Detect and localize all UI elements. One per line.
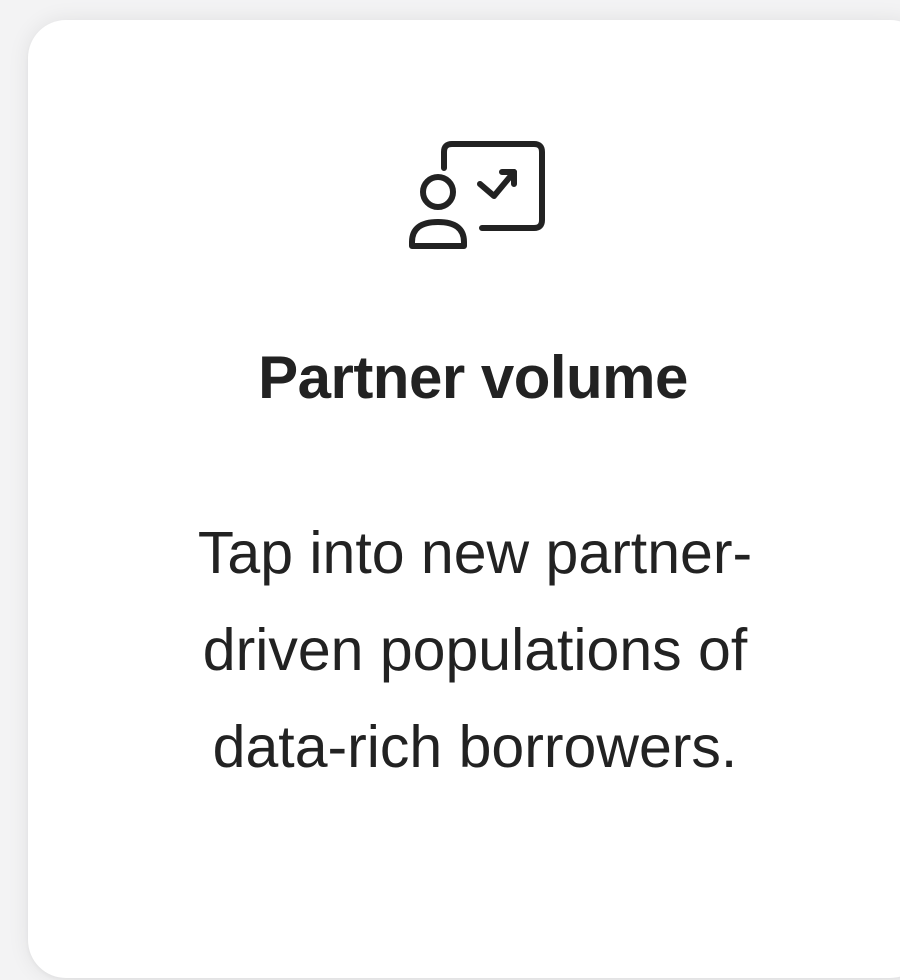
card-description: Tap into new partner-driven populations … [197, 520, 753, 780]
presentation-user-trend-icon [402, 138, 548, 256]
card-title: Partner volume [258, 344, 688, 411]
